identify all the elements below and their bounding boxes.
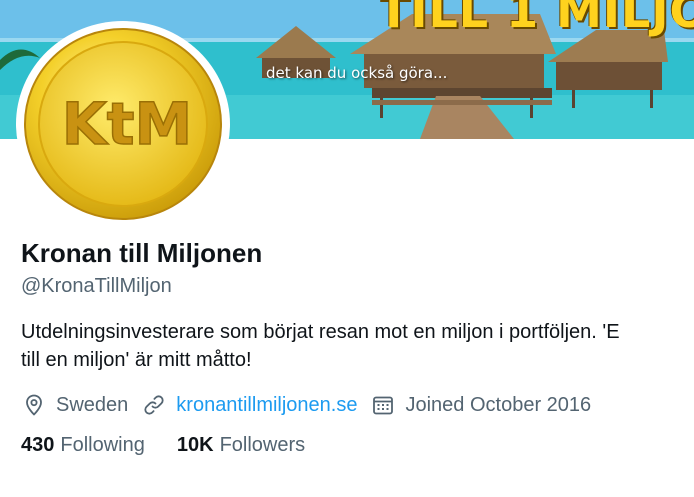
location-text: Sweden: [56, 393, 129, 416]
link-icon: [144, 395, 164, 415]
following-label: Following: [60, 434, 145, 456]
profile-bio: Utdelningsinvesterare som börjat resan m…: [21, 318, 694, 374]
bio-line: Utdelningsinvesterare som börjat resan m…: [21, 321, 620, 343]
website-link[interactable]: kronantillmiljonen.se: [176, 394, 357, 417]
profile-joined: Joined October 2016: [371, 393, 591, 417]
banner-tagline: det kan du också göra...: [266, 64, 448, 82]
followers-label: Followers: [219, 434, 306, 456]
profile-location: Sweden: [22, 393, 128, 417]
profile-website[interactable]: kronantillmiljonen.se: [142, 393, 357, 417]
profile-name: Kronan till Miljonen: [21, 238, 263, 268]
profile-stats: 430 Following 10K Followers: [21, 434, 337, 457]
location-pin-icon: [26, 394, 42, 416]
avatar-monogram: KtM: [62, 90, 192, 158]
followers-link[interactable]: 10K Followers: [177, 434, 305, 457]
profile-avatar[interactable]: KtM: [16, 21, 230, 227]
calendar-icon: [373, 396, 394, 415]
ktm-coin-logo: KtM: [24, 28, 222, 220]
profile-meta: Sweden kronantillmiljonen.se Joined Octo…: [22, 391, 605, 419]
profile-handle: @KronaTillMiljon: [21, 275, 172, 297]
followers-count: 10K: [176, 434, 214, 456]
bio-line: till en miljon' är mitt måtto!: [21, 349, 252, 371]
following-link[interactable]: 430 Following: [21, 434, 145, 457]
banner-headline: TILL 1 MILJON: [378, 0, 694, 38]
following-count: 430: [21, 434, 55, 456]
joined-text: Joined October 2016: [405, 393, 592, 416]
